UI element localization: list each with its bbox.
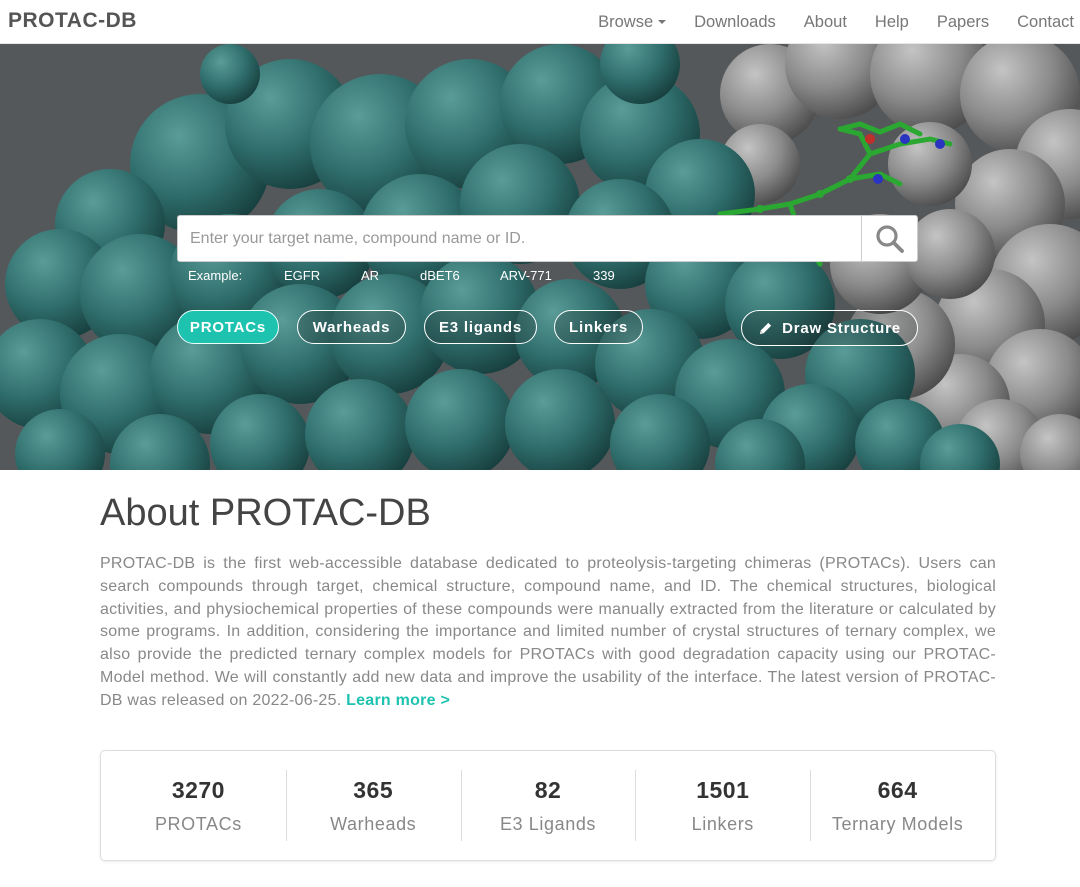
nav-about[interactable]: About	[804, 13, 847, 32]
search-icon	[875, 224, 904, 253]
example-link-339[interactable]: 339	[593, 268, 615, 283]
search-button[interactable]	[861, 216, 917, 261]
stat-label: Ternary Models	[831, 813, 964, 834]
learn-more-link[interactable]: Learn more >	[346, 692, 450, 709]
brand-logo[interactable]: PROTAC-DB	[8, 9, 137, 33]
category-warheads-button[interactable]: Warheads	[297, 310, 406, 344]
stat-value: 1501	[696, 776, 750, 803]
category-linkers-button[interactable]: Linkers	[554, 310, 643, 344]
stat-label: PROTACs	[154, 813, 242, 834]
stat-ternary-models[interactable]: 664 Ternary Models	[810, 751, 985, 860]
search-input[interactable]	[178, 216, 862, 261]
stat-protacs[interactable]: 3270 PROTACs	[111, 751, 286, 860]
example-link-arv771[interactable]: ARV-771	[500, 268, 552, 283]
stats-panel: 3270 PROTACs 365 Warheads 82 E3 Ligands …	[100, 750, 996, 861]
category-protacs-button[interactable]: PROTACs	[177, 310, 279, 344]
example-link-egfr[interactable]: EGFR	[284, 268, 320, 283]
hero-banner: Example: EGFR AR dBET6 ARV-771 339 PROTA…	[0, 44, 1080, 470]
stat-value: 82	[534, 776, 562, 803]
stat-value: 664	[877, 776, 918, 803]
pencil-icon	[758, 321, 773, 336]
search-box	[177, 215, 918, 262]
navbar: PROTAC-DB Browse Downloads About Help Pa…	[0, 0, 1080, 44]
about-title: About PROTAC-DB	[100, 492, 431, 534]
examples-label: Example:	[188, 268, 243, 283]
nav-papers[interactable]: Papers	[937, 13, 989, 32]
draw-structure-button[interactable]: Draw Structure	[741, 310, 918, 346]
nav-downloads[interactable]: Downloads	[694, 13, 776, 32]
nav-browse[interactable]: Browse	[598, 12, 667, 32]
nav-browse-label: Browse	[598, 12, 654, 31]
nav-contact[interactable]: Contact	[1017, 13, 1074, 32]
example-link-ar[interactable]: AR	[361, 268, 379, 283]
example-link-dbet6[interactable]: dBET6	[420, 268, 460, 283]
stat-label: E3 Ligands	[499, 813, 597, 834]
stat-label: Warheads	[330, 813, 417, 834]
stat-e3-ligands[interactable]: 82 E3 Ligands	[460, 751, 636, 860]
main-nav: Browse Downloads About Help Papers Conta…	[570, 0, 1074, 44]
category-e3-ligands-button[interactable]: E3 ligands	[424, 310, 537, 344]
stat-label: Linkers	[691, 813, 754, 834]
stat-value: 365	[353, 776, 394, 803]
caret-down-icon	[658, 20, 667, 25]
draw-structure-label: Draw Structure	[782, 319, 901, 337]
nav-help[interactable]: Help	[875, 13, 909, 32]
stat-warheads[interactable]: 365 Warheads	[285, 751, 461, 860]
stat-linkers[interactable]: 1501 Linkers	[635, 751, 810, 860]
about-description: PROTAC-DB is the first web-accessible da…	[100, 553, 996, 713]
about-text-body: PROTAC-DB is the first web-accessible da…	[100, 555, 996, 709]
stat-value: 3270	[171, 776, 225, 803]
